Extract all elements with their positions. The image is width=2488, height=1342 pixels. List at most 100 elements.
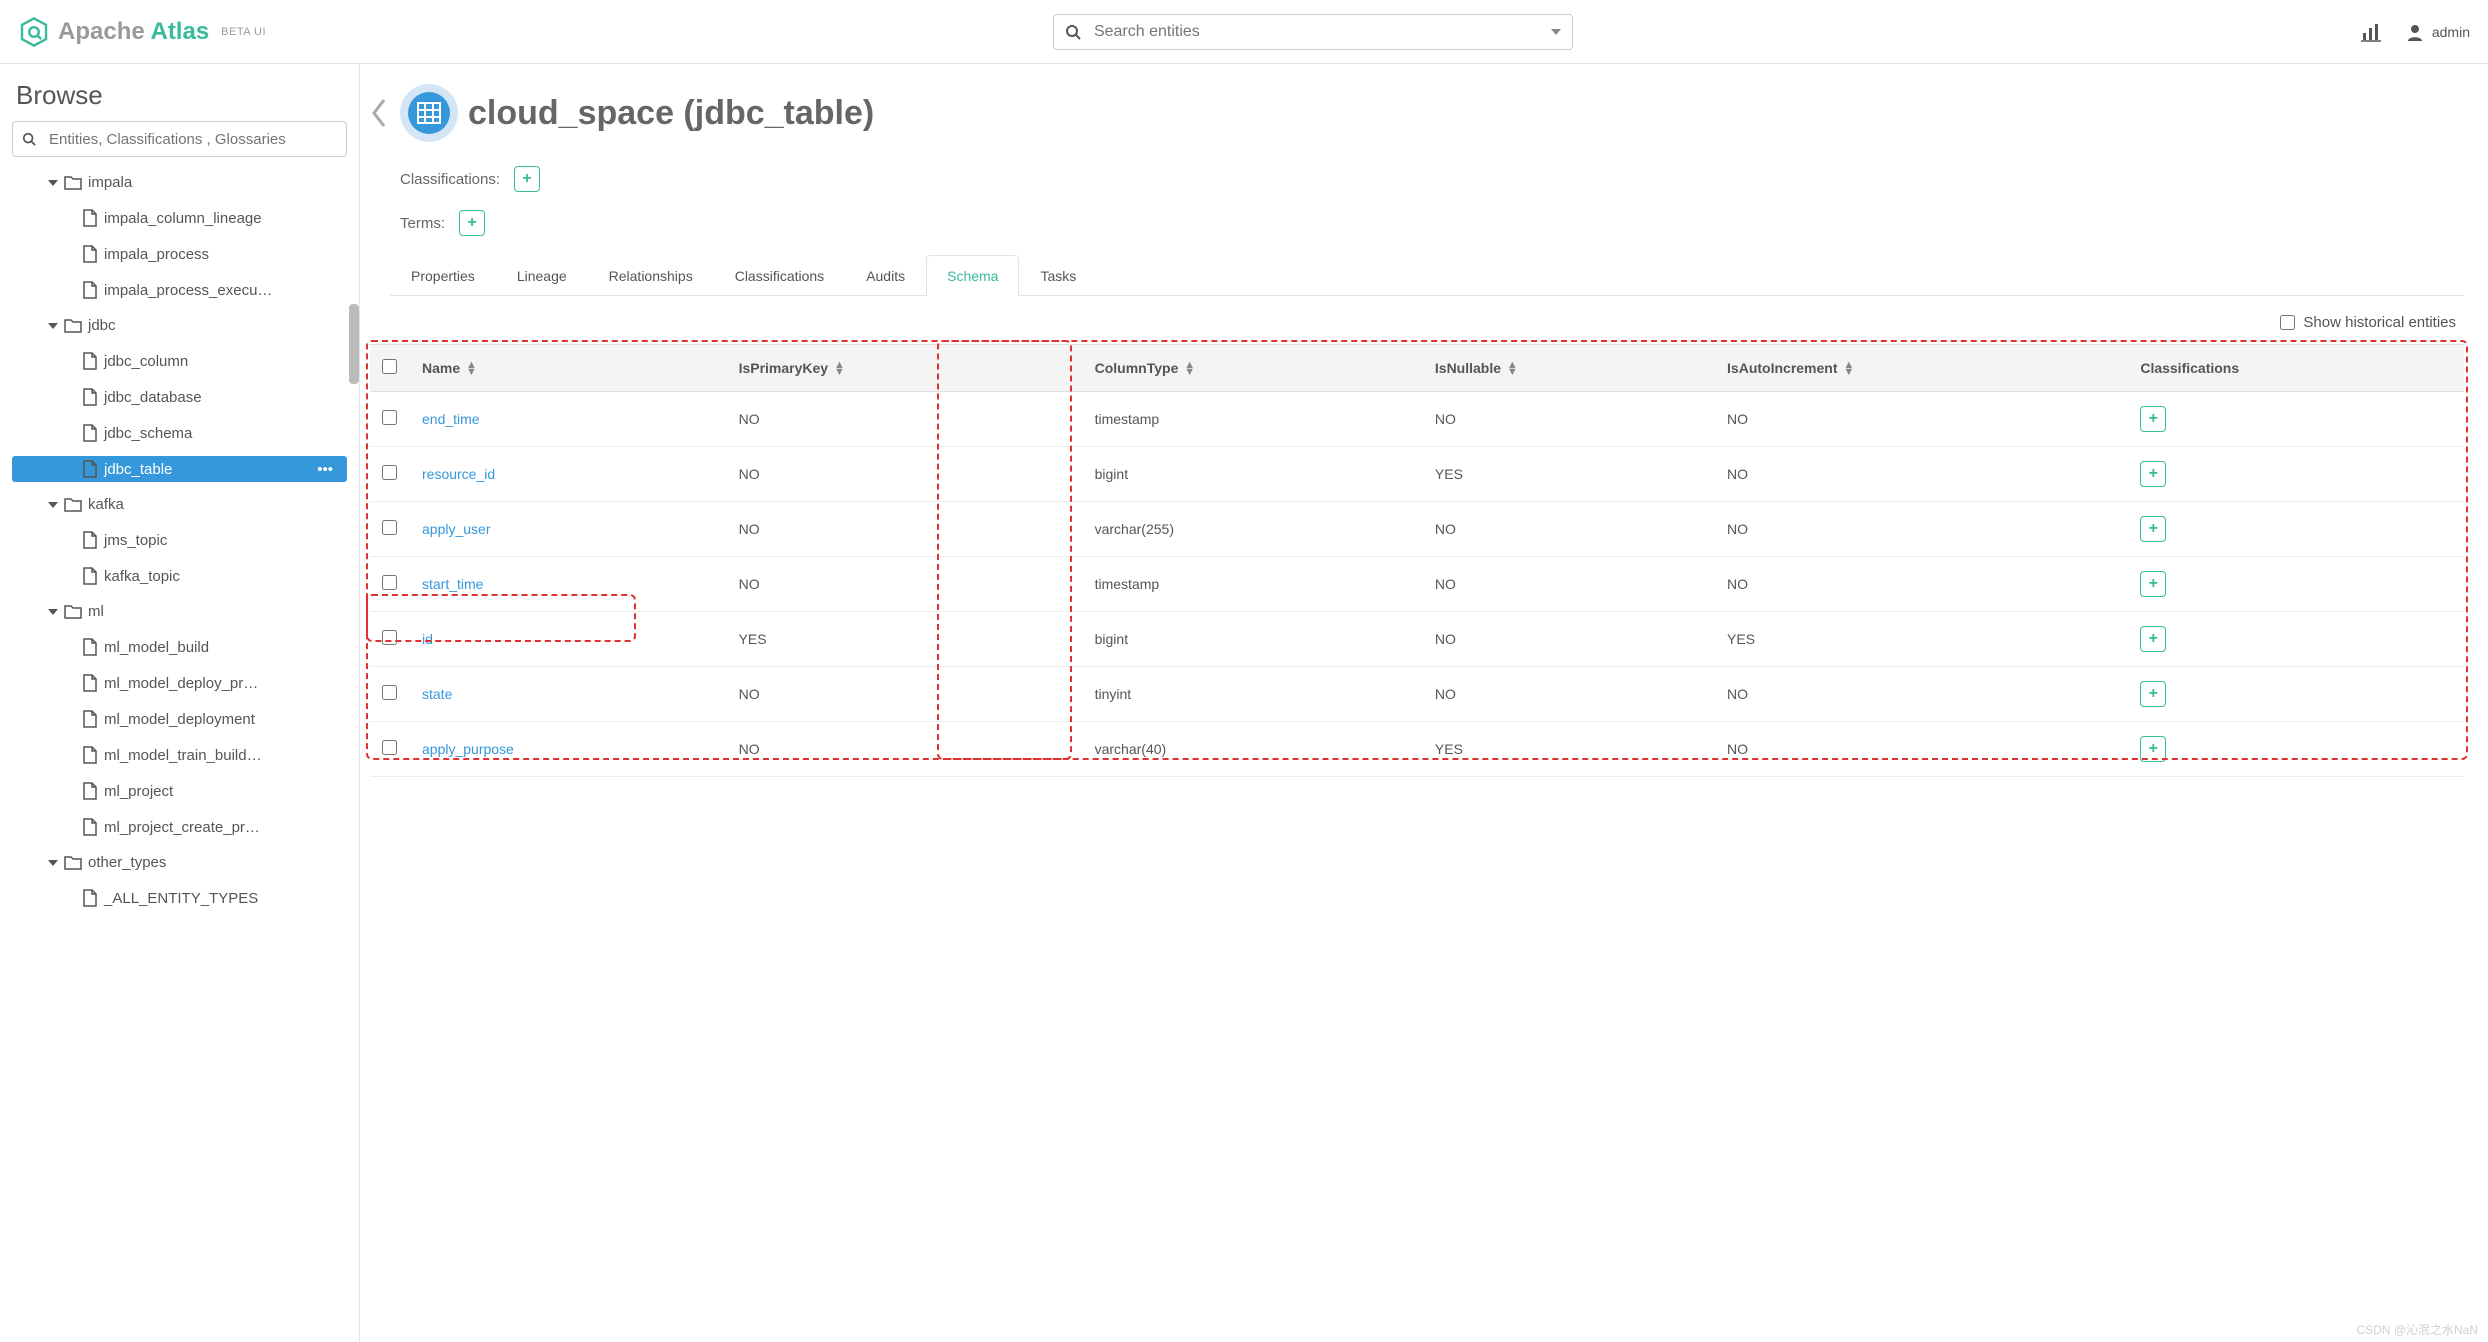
table-row: start_timeNOtimestampNONO+ [370, 557, 2464, 612]
back-button[interactable] [370, 96, 390, 130]
table-row: apply_purposeNOvarchar(40)YESNO+ [370, 722, 2464, 777]
header: Apache Atlas BETA UI admin [0, 0, 2488, 64]
tab-schema[interactable]: Schema [926, 255, 1019, 296]
select-all-checkbox[interactable] [382, 359, 397, 374]
tree-node-ml-model-build[interactable]: ml_model_build [12, 634, 347, 660]
tab-audits[interactable]: Audits [845, 255, 926, 296]
tree-node-kafka-topic[interactable]: kafka_topic [12, 563, 347, 589]
user-icon [2406, 23, 2424, 41]
search-input[interactable] [1053, 14, 1573, 50]
row-checkbox[interactable] [382, 410, 397, 425]
table-row: apply_userNOvarchar(255)NONO+ [370, 502, 2464, 557]
add-classification-button[interactable]: + [2140, 681, 2166, 707]
tab-tasks[interactable]: Tasks [1019, 255, 1097, 296]
tree-label: ml_model_train_build… [104, 747, 262, 764]
add-classification-button[interactable]: + [2140, 516, 2166, 542]
cell-pk: NO [727, 557, 1083, 612]
classifications-label: Classifications: [400, 171, 500, 188]
col-name[interactable]: Name ▲▼ [410, 345, 727, 392]
stats-icon[interactable] [2360, 21, 2382, 43]
caret-icon [48, 860, 58, 866]
user-menu[interactable]: admin [2406, 23, 2470, 41]
tree-node-impala-column-lineage[interactable]: impala_column_lineage [12, 205, 347, 231]
show-historical-checkbox[interactable] [2280, 315, 2295, 330]
cell-type: timestamp [1083, 392, 1423, 447]
row-checkbox[interactable] [382, 685, 397, 700]
tree-node-kafka[interactable]: kafka [12, 492, 347, 517]
add-classification-button[interactable]: + [2140, 461, 2166, 487]
col-isautoincrement[interactable]: IsAutoIncrement ▲▼ [1715, 345, 2128, 392]
browse-search-input[interactable] [12, 121, 347, 157]
sort-icon: ▲▼ [1507, 362, 1518, 376]
col-isnullable[interactable]: IsNullable ▲▼ [1423, 345, 1715, 392]
tree-node-ml-project-create-pr-[interactable]: ml_project_create_pr… [12, 814, 347, 840]
tree-node-jms-topic[interactable]: jms_topic [12, 527, 347, 553]
add-classification-button[interactable]: + [2140, 626, 2166, 652]
username: admin [2432, 24, 2470, 40]
tab-classifications[interactable]: Classifications [714, 255, 845, 296]
column-name-link[interactable]: end_time [422, 411, 480, 427]
cell-pk: YES [727, 612, 1083, 667]
tree-label: impala_process_execu… [104, 282, 272, 299]
file-icon [82, 424, 98, 442]
logo[interactable]: Apache Atlas BETA UI [18, 16, 266, 48]
row-checkbox[interactable] [382, 520, 397, 535]
tree-label: ml_model_deploy_pr… [104, 675, 258, 692]
tree-label: ml_project_create_pr… [104, 819, 260, 836]
tree-node-jdbc-table[interactable]: jdbc_table••• [12, 456, 347, 482]
tab-relationships[interactable]: Relationships [588, 255, 714, 296]
scrollbar[interactable] [349, 304, 359, 384]
tree-node-jdbc-database[interactable]: jdbc_database [12, 384, 347, 410]
column-name-link[interactable]: apply_user [422, 521, 491, 537]
tree-node-ml-model-deployment[interactable]: ml_model_deployment [12, 706, 347, 732]
tree-node-ml-model-train-build-[interactable]: ml_model_train_build… [12, 742, 347, 768]
col-columntype[interactable]: ColumnType ▲▼ [1083, 345, 1423, 392]
add-classification-button[interactable]: + [2140, 406, 2166, 432]
add-term-button[interactable]: + [459, 210, 485, 236]
tree-node-ml-model-deploy-pr-[interactable]: ml_model_deploy_pr… [12, 670, 347, 696]
entity-tree: impala impala_column_lineage impala_proces… [12, 165, 347, 916]
row-checkbox[interactable] [382, 465, 397, 480]
cell-type: varchar(40) [1083, 722, 1423, 777]
caret-down-icon[interactable] [1551, 29, 1561, 35]
tree-node-jdbc[interactable]: jdbc [12, 313, 347, 338]
tab-properties[interactable]: Properties [390, 255, 496, 296]
row-checkbox[interactable] [382, 630, 397, 645]
column-name-link[interactable]: state [422, 686, 452, 702]
column-name-link[interactable]: apply_purpose [422, 741, 514, 757]
tree-node-ml-project[interactable]: ml_project [12, 778, 347, 804]
tree-node-impala-process[interactable]: impala_process [12, 241, 347, 267]
column-name-link[interactable]: start_time [422, 576, 483, 592]
sidebar: Browse impalaimpala_column_lineageimpala… [0, 64, 360, 1342]
add-classification-button[interactable]: + [2140, 571, 2166, 597]
tree-label: jms_topic [104, 532, 167, 549]
brand-atlas: Atlas [150, 18, 209, 45]
show-historical-toggle[interactable]: Show historical entities [2280, 314, 2456, 331]
tree-node-impala-process-execu-[interactable]: impala_process_execu… [12, 277, 347, 303]
show-historical-label: Show historical entities [2303, 314, 2456, 331]
caret-icon [48, 502, 58, 508]
col-isprimarykey[interactable]: IsPrimaryKey ▲▼ [727, 345, 1083, 392]
add-classification-button[interactable]: + [514, 166, 540, 192]
cell-nullable: YES [1423, 722, 1715, 777]
add-classification-button[interactable]: + [2140, 736, 2166, 762]
tree-node-ml[interactable]: ml [12, 599, 347, 624]
tree-node-impala[interactable]: impala [12, 170, 347, 195]
file-icon [82, 281, 98, 299]
more-icon[interactable]: ••• [317, 461, 341, 478]
tree-node-jdbc-schema[interactable]: jdbc_schema [12, 420, 347, 446]
row-checkbox[interactable] [382, 740, 397, 755]
row-checkbox[interactable] [382, 575, 397, 590]
file-icon [82, 460, 98, 478]
tab-lineage[interactable]: Lineage [496, 255, 588, 296]
column-name-link[interactable]: id [422, 631, 433, 647]
file-icon [82, 209, 98, 227]
tree-node-jdbc-column[interactable]: jdbc_column [12, 348, 347, 374]
column-name-link[interactable]: resource_id [422, 466, 495, 482]
caret-icon [48, 323, 58, 329]
cell-type: varchar(255) [1083, 502, 1423, 557]
search-icon [22, 132, 36, 146]
tree-node-other-types[interactable]: other_types [12, 850, 347, 875]
col-classifications[interactable]: Classifications [2128, 345, 2464, 392]
tree-node--ALL-ENTITY-TYPES[interactable]: _ALL_ENTITY_TYPES [12, 885, 347, 911]
